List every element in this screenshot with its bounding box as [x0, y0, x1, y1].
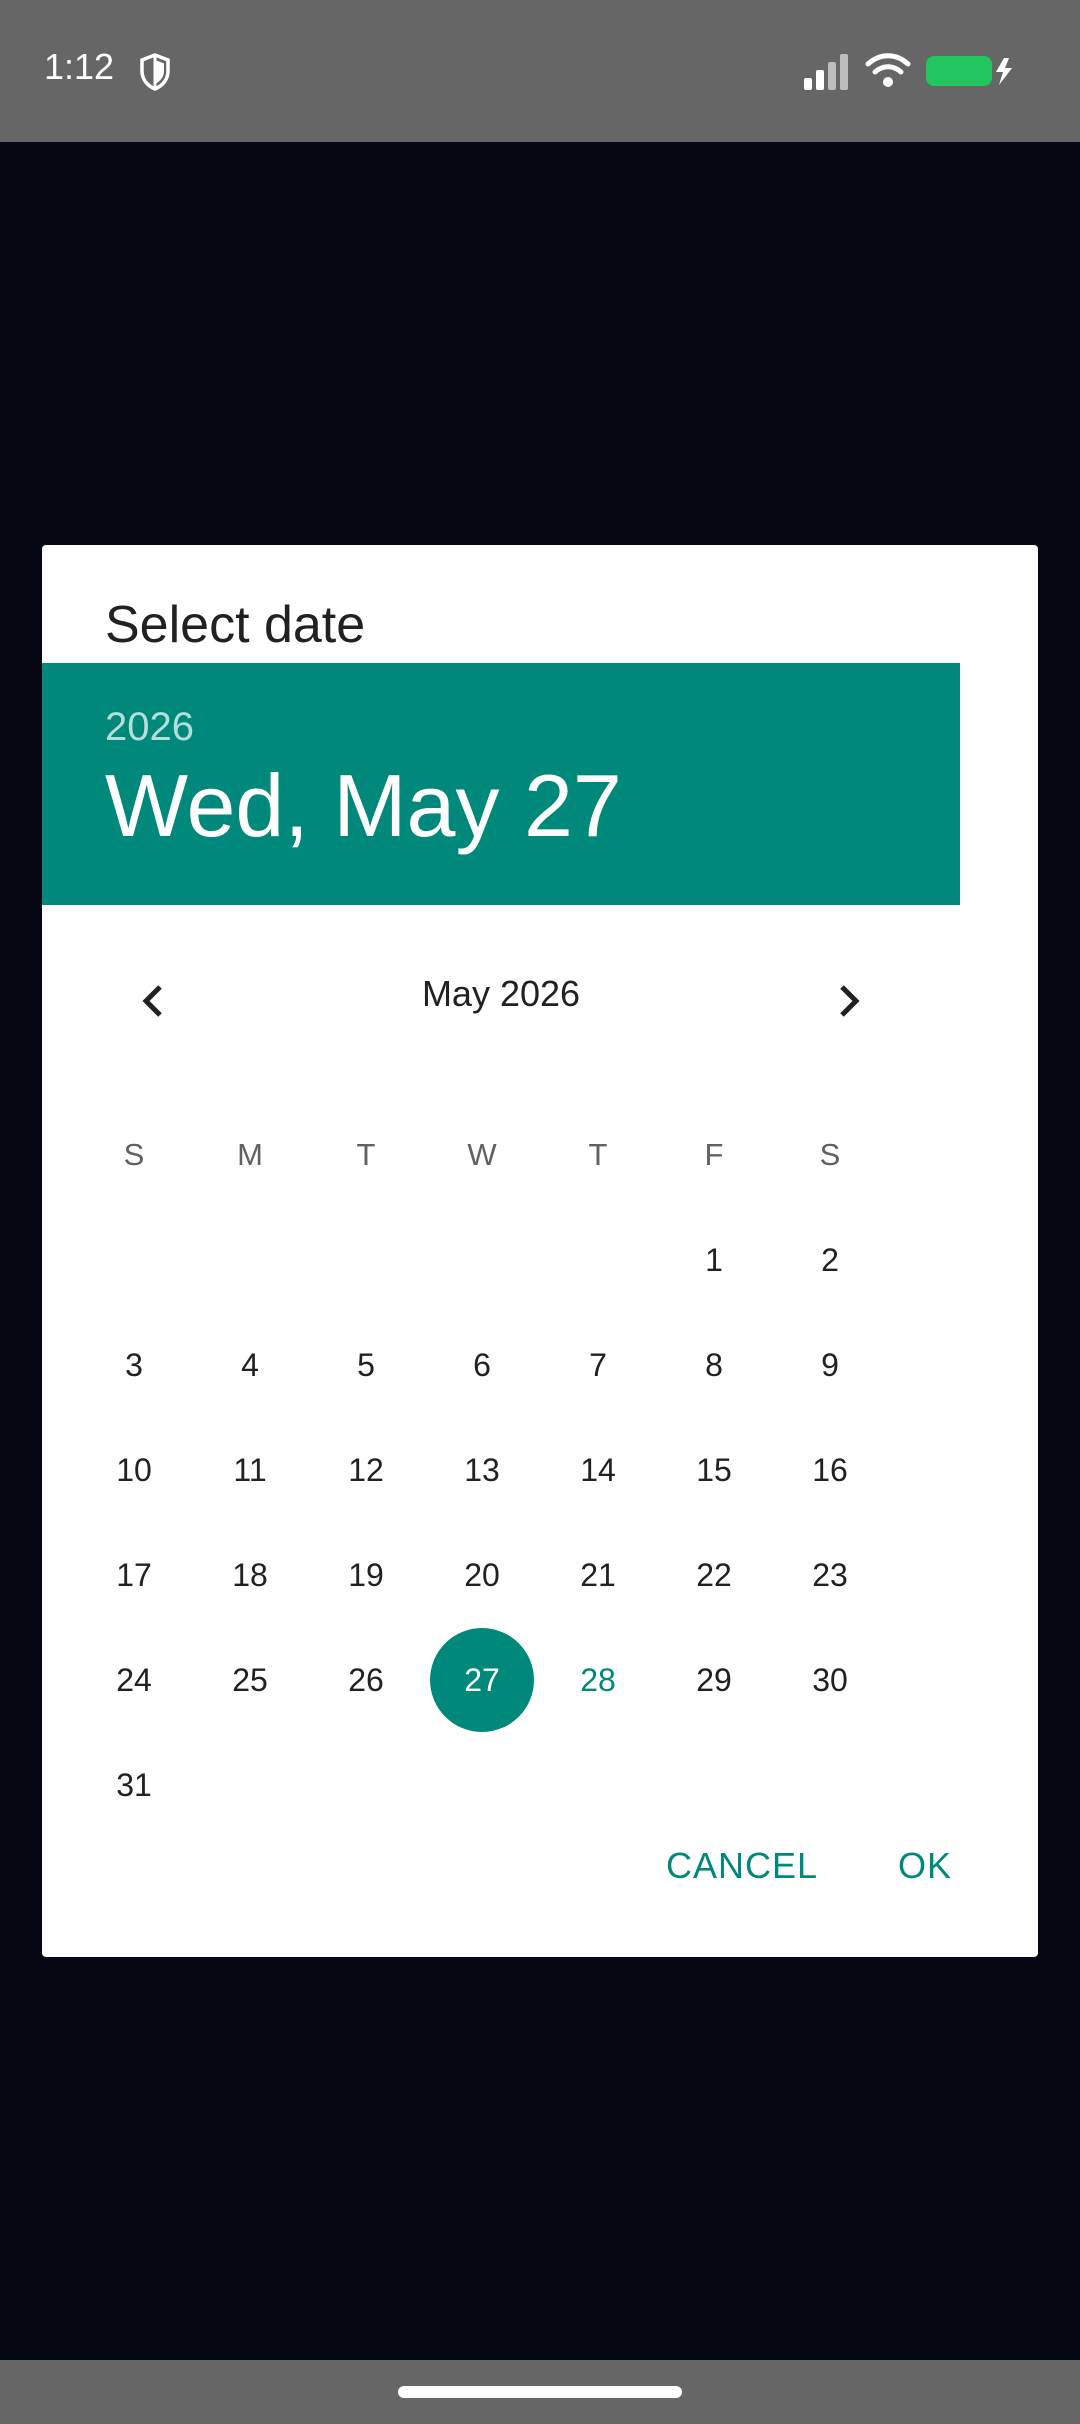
- calendar-day[interactable]: 19: [308, 1525, 424, 1625]
- calendar-day[interactable]: 24: [76, 1630, 192, 1730]
- calendar-week-row: 12: [76, 1210, 888, 1310]
- weekday-label: M: [237, 1137, 263, 1172]
- calendar-week-row: 17 18 19 20 21 22 23: [76, 1525, 888, 1625]
- home-gesture-handle[interactable]: [398, 2386, 682, 2398]
- next-month-button[interactable]: [812, 965, 884, 1037]
- calendar-day[interactable]: 20: [424, 1525, 540, 1625]
- weekday-label: T: [588, 1137, 608, 1172]
- calendar-day[interactable]: 5: [308, 1315, 424, 1415]
- date-header: 2026 Wed, May 27: [42, 663, 960, 905]
- calendar-day-number: 12: [348, 1451, 384, 1488]
- calendar-day-number: 28: [580, 1661, 616, 1698]
- calendar-day-number: 24: [116, 1661, 152, 1698]
- calendar-day[interactable]: 13: [424, 1420, 540, 1520]
- weekday-label: S: [123, 1137, 145, 1172]
- battery-charging-icon: [926, 56, 1012, 86]
- calendar-week-row: 24 25 26 27 28 29 30: [76, 1628, 888, 1732]
- calendar-day-number: 13: [464, 1451, 500, 1488]
- calendar-day-number: 23: [812, 1556, 848, 1593]
- calendar-day-number: 2: [821, 1241, 839, 1278]
- calendar-day[interactable]: 14: [540, 1420, 656, 1520]
- calendar-day[interactable]: 12: [308, 1420, 424, 1520]
- header-selected-date[interactable]: Wed, May 27: [105, 755, 622, 857]
- calendar-day[interactable]: 1: [656, 1210, 772, 1310]
- header-year[interactable]: 2026: [105, 705, 194, 750]
- calendar-day-number: 27: [430, 1628, 534, 1732]
- calendar-day[interactable]: 25: [192, 1630, 308, 1730]
- calendar-day[interactable]: 16: [772, 1420, 888, 1520]
- weekday-label: F: [704, 1137, 724, 1172]
- calendar-day[interactable]: 15: [656, 1420, 772, 1520]
- calendar-day[interactable]: 22: [656, 1525, 772, 1625]
- calendar-day-number: 8: [705, 1346, 723, 1383]
- wifi-icon: [865, 53, 911, 87]
- calendar-day[interactable]: 9: [772, 1315, 888, 1415]
- calendar-day[interactable]: 2: [772, 1210, 888, 1310]
- ok-button[interactable]: OK: [898, 1845, 952, 1887]
- calendar-day-number: 9: [821, 1346, 839, 1383]
- navigation-bar: [0, 2360, 1080, 2424]
- date-picker-dialog: Select date 2026 Wed, May 27 May 2026 S …: [42, 545, 1038, 1957]
- calendar-day[interactable]: 6: [424, 1315, 540, 1415]
- calendar-day[interactable]: 26: [308, 1630, 424, 1730]
- status-time: 1:12: [44, 46, 115, 87]
- weekday-label: T: [356, 1137, 376, 1172]
- calendar-day-today[interactable]: 28: [540, 1630, 656, 1730]
- dialog-title: Select date: [105, 596, 366, 654]
- calendar-day[interactable]: 31: [76, 1735, 192, 1835]
- calendar-day[interactable]: 3: [76, 1315, 192, 1415]
- calendar-day[interactable]: 30: [772, 1630, 888, 1730]
- calendar-week-row: 3 4 5 6 7 8 9: [76, 1315, 888, 1415]
- calendar-day[interactable]: 17: [76, 1525, 192, 1625]
- calendar-day[interactable]: 10: [76, 1420, 192, 1520]
- calendar-day-selected[interactable]: 27: [424, 1628, 540, 1732]
- calendar-day-number: 4: [241, 1346, 259, 1383]
- calendar-day-number: 31: [116, 1766, 152, 1803]
- calendar-day[interactable]: 11: [192, 1420, 308, 1520]
- calendar-day-number: 10: [116, 1451, 152, 1488]
- calendar-day[interactable]: 23: [772, 1525, 888, 1625]
- weekday-header-row: S M T W T F S: [76, 1105, 888, 1205]
- calendar-week-row: 10 11 12 13 14 15 16: [76, 1420, 888, 1520]
- calendar-day-number: 26: [348, 1661, 384, 1698]
- calendar-day-number: 17: [116, 1556, 152, 1593]
- calendar-day-number: 21: [580, 1556, 616, 1593]
- calendar-day-number: 5: [357, 1346, 375, 1383]
- calendar-day[interactable]: 21: [540, 1525, 656, 1625]
- calendar-day-number: 30: [812, 1661, 848, 1698]
- cancel-button[interactable]: CANCEL: [666, 1845, 818, 1887]
- calendar-day-number: 15: [696, 1451, 732, 1488]
- calendar-day[interactable]: 4: [192, 1315, 308, 1415]
- signal-icon: [804, 54, 848, 90]
- shield-icon: [140, 53, 170, 91]
- chevron-right-icon: [840, 985, 860, 1017]
- calendar-day-number: 3: [125, 1346, 143, 1383]
- weekday-label: S: [819, 1137, 841, 1172]
- calendar-day-number: 6: [473, 1346, 491, 1383]
- calendar-day-number: 25: [232, 1661, 268, 1698]
- status-bar: 1:12: [0, 0, 1080, 142]
- calendar-day-number: 22: [696, 1556, 732, 1593]
- calendar-day[interactable]: 8: [656, 1315, 772, 1415]
- calendar-day-number: 11: [233, 1451, 267, 1488]
- calendar-day-number: 14: [580, 1451, 616, 1488]
- calendar-day[interactable]: 29: [656, 1630, 772, 1730]
- calendar-day[interactable]: 18: [192, 1525, 308, 1625]
- calendar-day-number: 19: [348, 1556, 384, 1593]
- calendar-day-number: 18: [232, 1556, 268, 1593]
- calendar-day-number: 1: [705, 1241, 723, 1278]
- calendar-week-row: 31: [76, 1735, 888, 1835]
- calendar-day-number: 20: [464, 1556, 500, 1593]
- calendar-day-number: 29: [696, 1661, 732, 1698]
- weekday-label: W: [467, 1137, 497, 1172]
- calendar-day-number: 7: [589, 1346, 607, 1383]
- calendar-day-number: 16: [812, 1451, 848, 1488]
- calendar-day[interactable]: 7: [540, 1315, 656, 1415]
